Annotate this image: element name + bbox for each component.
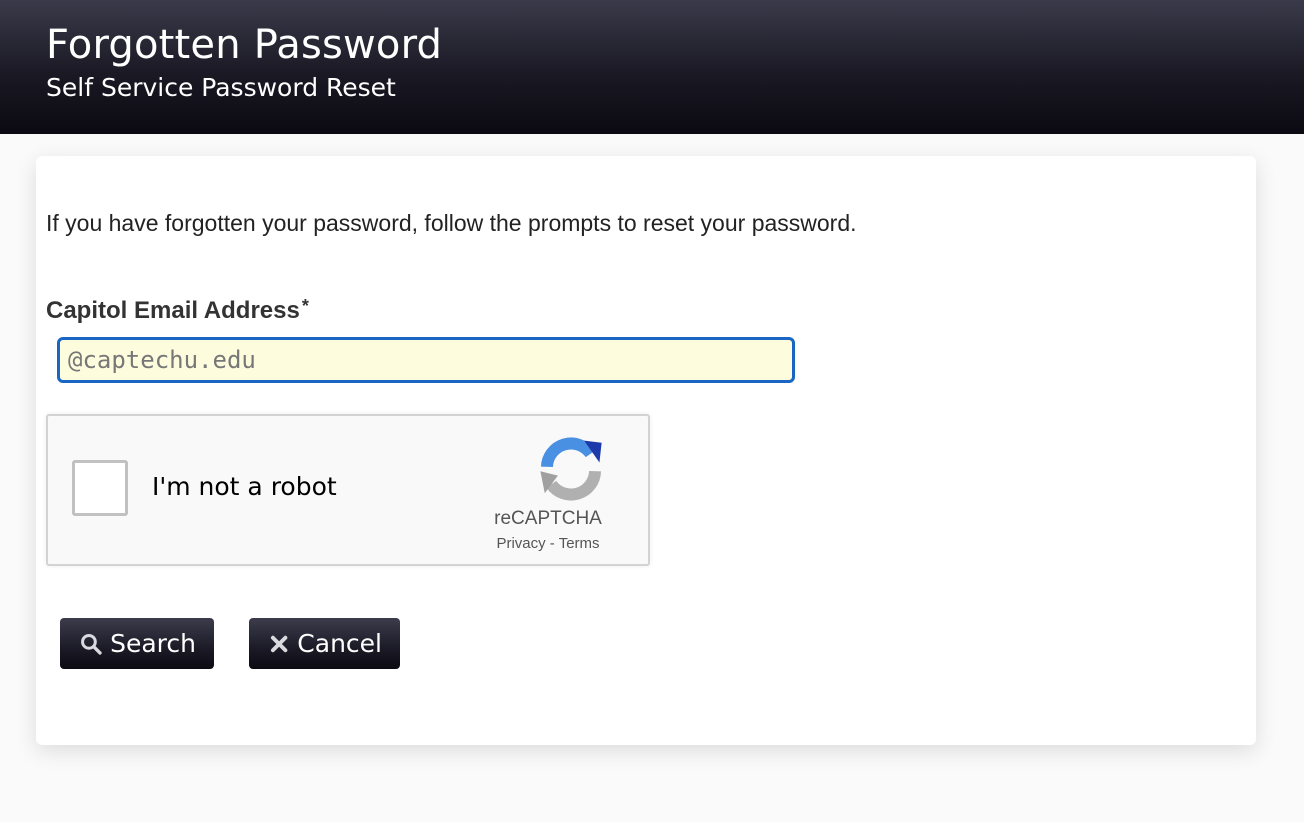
page-title: Forgotten Password [46, 22, 443, 68]
email-field[interactable] [57, 337, 795, 383]
intro-text: If you have forgotten your password, fol… [46, 210, 857, 236]
captcha-links: Privacy - Terms [448, 535, 648, 552]
page-subtitle: Self Service Password Reset [46, 73, 396, 102]
email-label-text: Capitol Email Address [46, 297, 300, 324]
required-marker: * [301, 296, 309, 316]
captcha-link-separator: - [549, 535, 555, 552]
search-icon [81, 633, 102, 655]
search-button[interactable]: Search [60, 618, 214, 669]
page-header: Forgotten Password Self Service Password… [0, 0, 1304, 134]
recaptcha-logo-icon [540, 437, 602, 501]
captcha-label: I'm not a robot [152, 472, 337, 501]
cancel-button[interactable]: Cancel [249, 618, 400, 669]
email-field-label: Capitol Email Address * [46, 296, 309, 325]
captcha-checkbox[interactable] [72, 460, 128, 516]
close-icon [270, 635, 288, 652]
captcha-brand: reCAPTCHA [494, 508, 602, 529]
cancel-button-label: Cancel [297, 629, 382, 658]
captcha-terms-link[interactable]: Terms [559, 535, 600, 552]
search-button-label: Search [110, 629, 196, 658]
captcha-privacy-link[interactable]: Privacy [496, 535, 545, 552]
form-panel: If you have forgotten your password, fol… [36, 156, 1256, 745]
recaptcha-widget: I'm not a robot reCAPTCHA Privacy - Term… [46, 414, 650, 566]
